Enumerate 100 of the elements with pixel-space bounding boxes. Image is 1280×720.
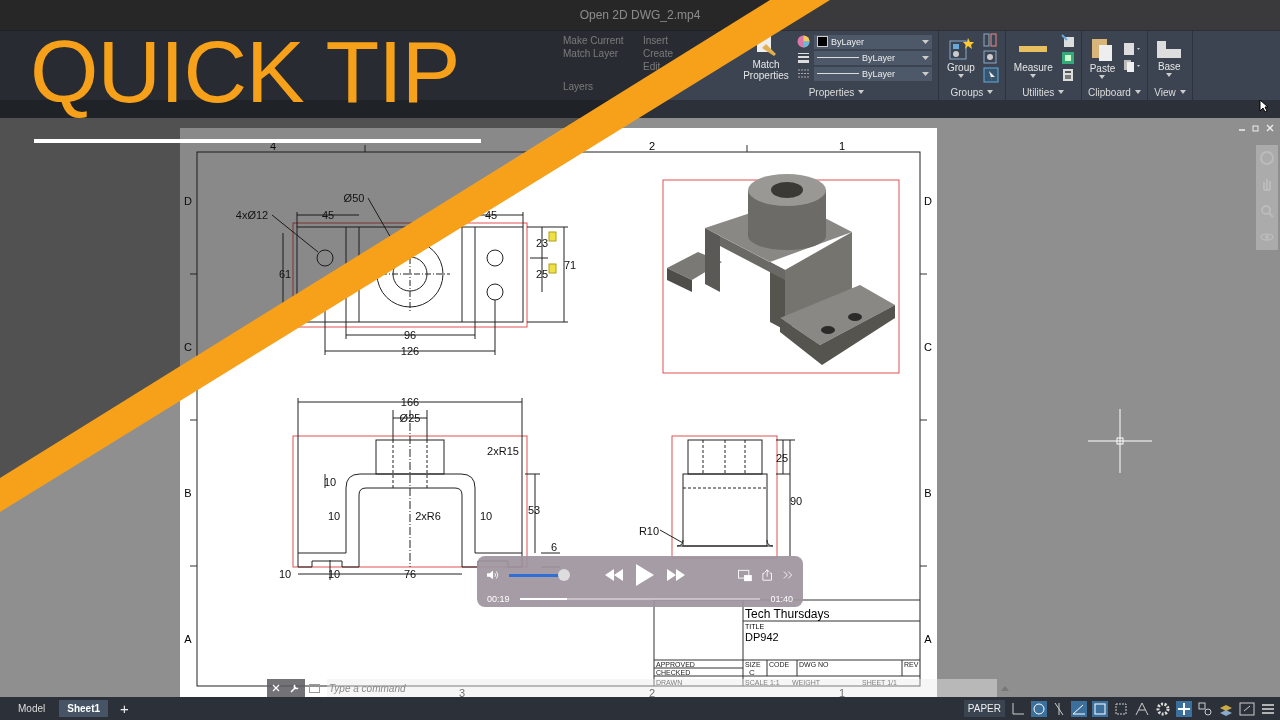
- ribbon-button[interactable]: Measure: [1011, 37, 1055, 78]
- layout-tab[interactable]: Sheet1: [59, 700, 109, 717]
- paper-space-button[interactable]: PAPER: [963, 700, 1005, 717]
- dimension-label: 6: [550, 541, 558, 553]
- banner-title: QUICK TIP: [30, 22, 460, 122]
- color-wheel-icon: [797, 35, 810, 48]
- lineweight-icon: [797, 51, 810, 64]
- panel-label[interactable]: Utilities: [1022, 86, 1055, 98]
- warning-marker: [548, 263, 557, 274]
- grid-icon[interactable]: [1010, 700, 1026, 717]
- polar-icon[interactable]: [1071, 700, 1087, 717]
- window-title: Open 2D DWG_2.mp4: [579, 8, 701, 22]
- fullscreen-icon[interactable]: [1239, 700, 1255, 717]
- total-time: 01:40: [770, 594, 793, 604]
- caret-icon: [1134, 90, 1141, 94]
- bylayer-dropdown[interactable]: ByLayer: [814, 50, 932, 65]
- plus-icon[interactable]: [1176, 700, 1192, 717]
- company-name: Tech Thursdays: [745, 607, 830, 621]
- dimension-label: 10: [327, 510, 341, 522]
- dimension-label: 2xR6: [415, 510, 441, 522]
- ungroup-icon[interactable]: [982, 32, 997, 47]
- zone-label: A: [924, 633, 932, 645]
- dimension-label: 25: [535, 268, 549, 280]
- quick-select-icon[interactable]: [1060, 33, 1075, 48]
- dimension-label: 10: [278, 568, 292, 580]
- calculator-icon[interactable]: [1060, 67, 1075, 82]
- bylayer-dropdown[interactable]: ByLayer: [814, 66, 932, 81]
- speaker-icon[interactable]: [487, 570, 500, 580]
- dimension-label: R10: [638, 525, 660, 537]
- group-icon: [947, 37, 974, 61]
- dimension-label: 126: [400, 345, 420, 357]
- caret-icon: [1179, 90, 1186, 94]
- zone-label: 1: [838, 687, 846, 697]
- dimension-label: 4xØ12: [235, 209, 269, 221]
- shapes-icon[interactable]: [1197, 700, 1213, 717]
- caret-icon: [922, 71, 929, 76]
- panel-label[interactable]: Properties: [808, 86, 855, 98]
- count-icon[interactable]: [1060, 50, 1075, 65]
- caret-icon: [957, 74, 964, 78]
- dimension-label: 166: [400, 396, 420, 408]
- caret-icon: [1030, 74, 1037, 78]
- panel-label[interactable]: Groups: [950, 86, 984, 98]
- warning-marker: [548, 231, 557, 242]
- zone-label: 1: [838, 140, 846, 152]
- zone-label: D: [184, 195, 192, 207]
- ribbon-button[interactable]: Group: [945, 37, 977, 78]
- crosshair-cursor: [1088, 409, 1152, 473]
- close-icon[interactable]: [1266, 124, 1274, 132]
- add-layout-button[interactable]: +: [114, 700, 135, 717]
- cut-icon[interactable]: [1123, 42, 1142, 56]
- rewind-icon[interactable]: [604, 569, 625, 581]
- dimension-label: Ø25: [399, 412, 421, 424]
- clipboard-icon: [1090, 36, 1115, 62]
- layout-tab[interactable]: Model: [10, 700, 54, 717]
- group-edit-icon[interactable]: [982, 49, 997, 64]
- picture-in-picture-icon[interactable]: [738, 568, 753, 582]
- play-icon[interactable]: [636, 564, 655, 586]
- prompt-icon: [309, 683, 323, 693]
- dimension-label: 53: [527, 504, 541, 516]
- group-selection-icon[interactable]: [982, 66, 999, 83]
- object-snap-icon[interactable]: [1092, 700, 1108, 717]
- zone-label: 2: [648, 140, 656, 152]
- zone-label: C: [184, 341, 192, 353]
- ribbon-button[interactable]: Base: [1154, 38, 1185, 77]
- bylayer-dropdown[interactable]: ByLayer: [814, 34, 932, 49]
- fast-forward-icon[interactable]: [666, 569, 687, 581]
- zone-label: 3: [458, 687, 466, 697]
- wrench-icon[interactable]: [290, 683, 300, 693]
- ruler-icon: [1019, 46, 1048, 52]
- copy-icon[interactable]: [1123, 59, 1142, 73]
- caret-icon: [922, 55, 929, 60]
- linetype-icon: [797, 67, 810, 80]
- dimension-label: 23: [535, 237, 549, 249]
- dimension-label: 90: [789, 495, 803, 507]
- dimension-label: 45: [321, 209, 335, 221]
- elapsed-time: 00:19: [487, 594, 510, 604]
- zone-label: A: [184, 633, 192, 645]
- caret-icon: [1099, 75, 1106, 79]
- caret-icon: [987, 90, 994, 94]
- ribbon-button[interactable]: Paste: [1087, 36, 1118, 79]
- annotation-scale-icon[interactable]: [1134, 700, 1150, 717]
- panel-label[interactable]: Clipboard: [1088, 86, 1131, 98]
- dimension-label: 2xR15: [487, 445, 519, 457]
- panel-label[interactable]: View: [1154, 86, 1176, 98]
- snap-icon[interactable]: [1031, 700, 1047, 717]
- selection-cycling-icon[interactable]: [1113, 700, 1129, 717]
- zone-label: B: [924, 487, 932, 499]
- ortho-icon[interactable]: [1052, 700, 1066, 717]
- dimension-label: 61: [278, 268, 292, 280]
- dimension-label: 10: [479, 510, 493, 522]
- mouse-pointer-icon: [1259, 99, 1269, 113]
- zone-label: B: [184, 487, 192, 499]
- zone-label: D: [924, 195, 932, 207]
- dimension-label: 10: [323, 476, 337, 488]
- dimension-label: 96: [403, 329, 417, 341]
- dimension-label: 10: [327, 568, 341, 580]
- gear-icon[interactable]: [1155, 700, 1171, 717]
- dimension-label: 71: [563, 259, 577, 271]
- dimension-label: 25: [775, 452, 789, 464]
- caret-icon: [922, 39, 929, 44]
